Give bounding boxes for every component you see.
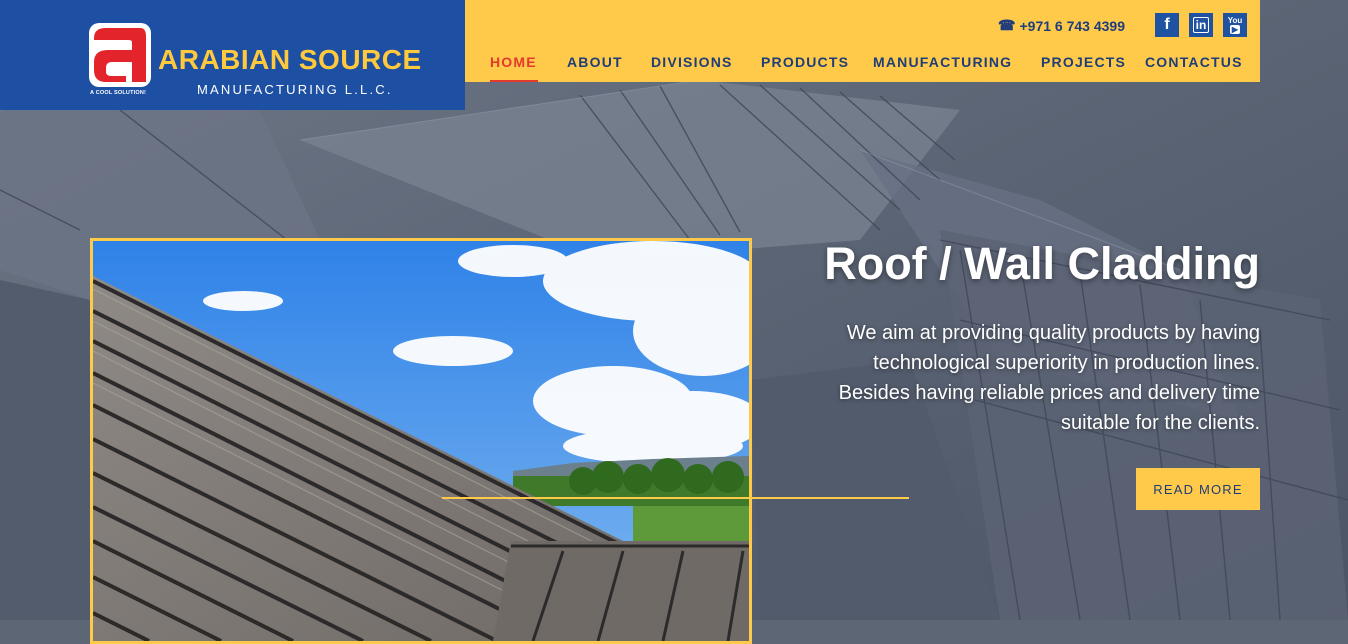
main-nav: HOME ABOUT DIVISIONS PRODUCTS MANUFACTUR… <box>465 52 1260 82</box>
youtube-icon[interactable]: You ▶ <box>1223 13 1247 37</box>
read-more-button[interactable]: READ MORE <box>1136 468 1260 510</box>
brand-name: ARABIAN SOURCE <box>158 44 422 75</box>
nav-contactus[interactable]: CONTACTUS <box>1145 54 1243 70</box>
phone-contact[interactable]: ☎ +971 6 743 4399 <box>998 17 1125 34</box>
logo-block[interactable]: ARABIAN SOURCE MANUFACTURING L.L.C. A CO… <box>0 0 465 110</box>
brand-tagline: A COOL SOLUTION! <box>90 90 147 96</box>
hero-description: We aim at providing quality products by … <box>838 322 1260 434</box>
hero-title: Roof / Wall Cladding <box>824 238 1260 289</box>
nav-divisions[interactable]: DIVISIONS <box>651 54 733 70</box>
roof-cladding-image <box>90 238 752 644</box>
nav-home[interactable]: HOME <box>490 54 537 70</box>
nav-about[interactable]: ABOUT <box>567 54 623 70</box>
logo-icon <box>89 23 151 87</box>
roof-photo <box>93 241 749 641</box>
facebook-icon[interactable]: f <box>1155 13 1179 37</box>
phone-number: +971 6 743 4399 <box>1019 17 1126 34</box>
accent-divider <box>442 497 909 499</box>
linkedin-icon[interactable]: in <box>1189 13 1213 37</box>
phone-icon: ☎ <box>998 17 1016 33</box>
top-navigation-bar: ☎ +971 6 743 4399 f in You ▶ HOME ABOUT D… <box>465 0 1260 82</box>
nav-projects[interactable]: PROJECTS <box>1041 54 1126 70</box>
brand-subtitle: MANUFACTURING L.L.C. <box>197 82 393 97</box>
nav-manufacturing[interactable]: MANUFACTURING <box>873 54 1012 70</box>
nav-products[interactable]: PRODUCTS <box>761 54 849 70</box>
nav-active-indicator <box>490 80 538 82</box>
